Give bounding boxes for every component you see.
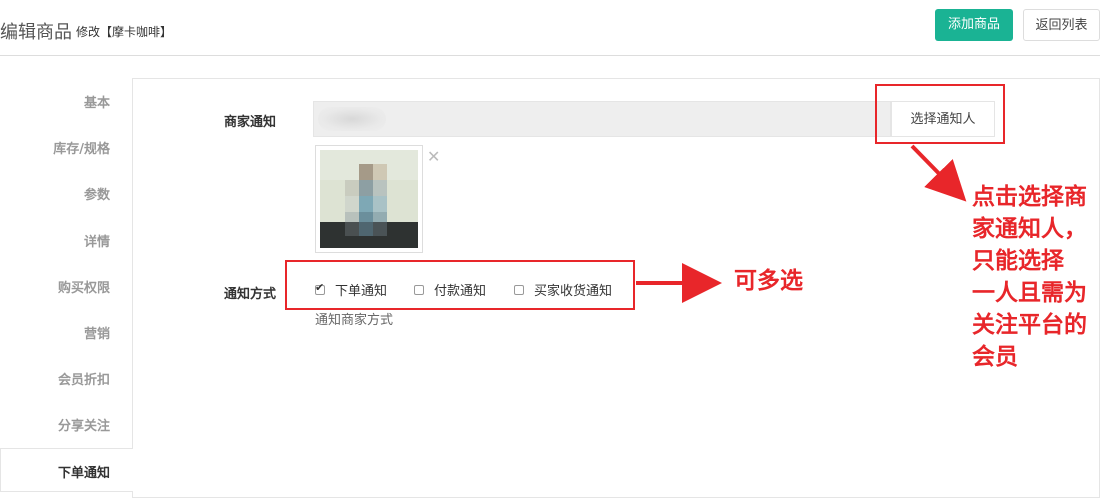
select-note-line: 只能选择 (972, 248, 1064, 274)
select-note-line: 关注平台的 (972, 312, 1087, 338)
multi-select-annotation: 可多选 (734, 268, 803, 294)
select-note-line: 会员 (972, 344, 1018, 370)
annotation-arrows (636, 144, 967, 303)
arrow-to-select-note (910, 144, 967, 202)
select-note-line: 一人且需为 (972, 280, 1087, 306)
select-note-line: 家通知人， (972, 216, 1087, 242)
select-note-line: 点击选择商 (972, 184, 1087, 210)
select-note-annotation: 点击选择商 家通知人， 只能选择 一人且需为 关注平台的 会员 (972, 181, 1087, 373)
